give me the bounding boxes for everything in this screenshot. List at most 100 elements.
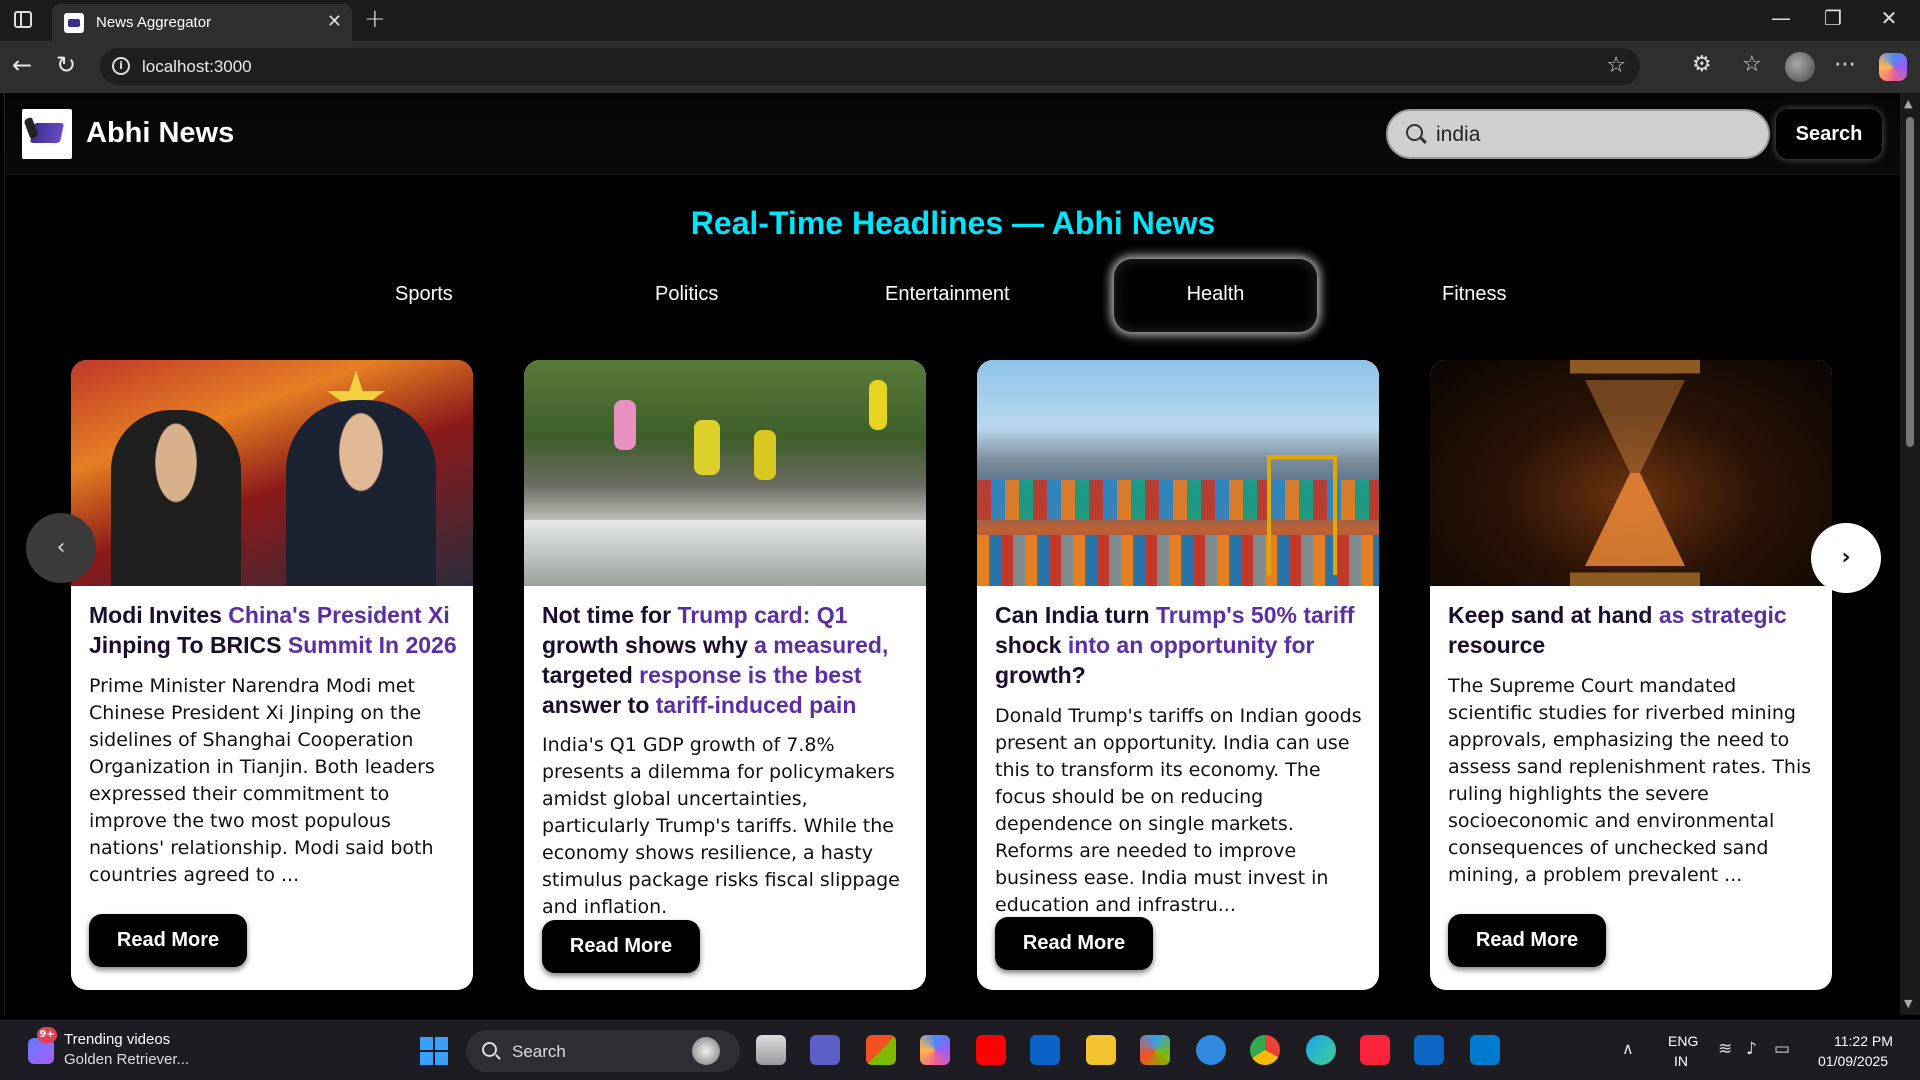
search-highlight-icon bbox=[692, 1037, 720, 1065]
task-view-icon[interactable] bbox=[756, 1035, 786, 1065]
title-text: growth shows why bbox=[542, 632, 755, 658]
read-more-button[interactable]: Read More bbox=[1448, 914, 1606, 967]
region-indicator[interactable]: IN bbox=[1674, 1053, 1688, 1069]
category-health-label: Health bbox=[1186, 283, 1245, 305]
title-text: Not time for bbox=[542, 602, 678, 628]
title-highlight: Trump card: Q1 bbox=[677, 602, 848, 628]
taskbar-search[interactable]: Search bbox=[466, 1030, 740, 1072]
category-health[interactable]: Health bbox=[1114, 259, 1317, 332]
widgets-badge: 9+ bbox=[37, 1027, 57, 1043]
title-text: resource bbox=[1448, 632, 1546, 658]
title-text: Jinping To BRICS bbox=[89, 632, 288, 658]
category-sports[interactable]: Sports bbox=[395, 283, 453, 306]
news-description: Prime Minister Narendra Modi met Chinese… bbox=[89, 675, 435, 886]
clock-time[interactable]: 11:22 PM bbox=[1834, 1033, 1893, 1049]
store-icon[interactable] bbox=[866, 1035, 896, 1065]
restore-icon[interactable]: ❐ bbox=[1810, 6, 1856, 30]
music-icon[interactable] bbox=[1360, 1035, 1390, 1065]
sidebar-toggle-icon[interactable] bbox=[14, 11, 32, 28]
read-more-button[interactable]: Read More bbox=[542, 920, 700, 973]
carousel-prev-button[interactable]: ‹ bbox=[26, 513, 96, 583]
wifi-icon[interactable]: ≋ bbox=[1718, 1039, 1732, 1059]
title-text: Modi Invites bbox=[89, 602, 229, 628]
linkedin-icon[interactable] bbox=[1414, 1035, 1444, 1065]
news-image bbox=[71, 360, 473, 586]
address-bar[interactable]: i localhost:3000 ☆ bbox=[100, 48, 1640, 85]
read-more-button[interactable]: Read More bbox=[89, 914, 247, 967]
youtube-icon[interactable] bbox=[976, 1035, 1006, 1065]
back-icon[interactable]: ← bbox=[12, 51, 32, 79]
close-window-icon[interactable]: ✕ bbox=[1866, 6, 1912, 30]
chevron-up-icon[interactable]: ∧ bbox=[1622, 1039, 1634, 1058]
news-title[interactable]: Not time for Trump card: Q1 growth shows… bbox=[542, 600, 912, 720]
page-scrollbar[interactable]: ▲ ▼ bbox=[1900, 93, 1920, 1015]
site-info-icon[interactable]: i bbox=[112, 57, 130, 75]
taskbar: 9+ Trending videos Golden Retriever... S… bbox=[0, 1020, 1920, 1080]
title-text: shock bbox=[995, 632, 1068, 658]
url-text: localhost:3000 bbox=[142, 57, 252, 76]
category-politics[interactable]: Politics bbox=[655, 283, 718, 306]
battery-icon[interactable]: ▭ bbox=[1774, 1039, 1790, 1059]
browser-tab[interactable]: News Aggregator ✕ bbox=[52, 4, 352, 41]
favicon-icon bbox=[64, 13, 84, 33]
chevron-left-icon: ‹ bbox=[56, 535, 66, 560]
title-text: Keep sand at hand bbox=[1448, 602, 1653, 628]
news-description: India's Q1 GDP growth of 7.8% presents a… bbox=[542, 734, 900, 918]
category-fitness[interactable]: Fitness bbox=[1442, 283, 1506, 306]
refresh-icon[interactable]: ↻ bbox=[56, 51, 76, 79]
extensions-icon[interactable]: ⚙ bbox=[1692, 52, 1712, 77]
chrome-icon[interactable] bbox=[1250, 1035, 1280, 1065]
file-explorer-icon[interactable] bbox=[1086, 1035, 1116, 1065]
news-title[interactable]: Keep sand at hand as strategic resource bbox=[1448, 600, 1818, 660]
title-text: Can India turn bbox=[995, 602, 1156, 628]
site-header: Abhi News Search bbox=[5, 93, 1900, 175]
search-input[interactable] bbox=[1436, 120, 1756, 150]
m365-icon[interactable] bbox=[1140, 1035, 1170, 1065]
profile-avatar[interactable] bbox=[1785, 52, 1815, 82]
news-image bbox=[977, 360, 1379, 586]
outlook-icon[interactable] bbox=[1030, 1035, 1060, 1065]
widget-title[interactable]: Trending videos bbox=[64, 1031, 170, 1048]
site-logo[interactable] bbox=[22, 109, 72, 159]
vscode-icon[interactable] bbox=[1470, 1035, 1500, 1065]
carousel-next-button[interactable]: › bbox=[1811, 523, 1881, 593]
browser-toolbar: ← ↻ i localhost:3000 ☆ ⚙ ☆ ⋯ bbox=[0, 41, 1920, 93]
news-card: Can India turn Trump's 50% tariff shock … bbox=[977, 360, 1379, 990]
scroll-up-icon[interactable]: ▲ bbox=[1904, 97, 1912, 110]
search-icon bbox=[1406, 124, 1423, 141]
more-options-icon[interactable]: ⋯ bbox=[1834, 52, 1856, 77]
clock-date[interactable]: 01/09/2025 bbox=[1818, 1053, 1888, 1069]
chevron-right-icon: › bbox=[1841, 545, 1851, 570]
language-indicator[interactable]: ENG bbox=[1668, 1033, 1698, 1049]
search-button[interactable]: Search bbox=[1776, 109, 1882, 159]
minimize-icon[interactable]: — bbox=[1758, 6, 1804, 30]
start-icon[interactable] bbox=[420, 1037, 448, 1065]
scrollbar-thumb[interactable] bbox=[1906, 117, 1914, 447]
title-highlight: China's President Xi bbox=[228, 602, 450, 628]
teams-icon[interactable] bbox=[810, 1035, 840, 1065]
title-highlight: Trump's 50% tariff bbox=[1156, 602, 1355, 628]
volume-icon[interactable]: ♪ bbox=[1746, 1039, 1757, 1059]
title-text: answer to bbox=[542, 692, 656, 718]
scroll-down-icon[interactable]: ▼ bbox=[1904, 997, 1912, 1010]
news-title[interactable]: Can India turn Trump's 50% tariff shock … bbox=[995, 600, 1365, 690]
copilot-icon[interactable] bbox=[1879, 53, 1907, 81]
title-highlight: response is the best bbox=[639, 662, 862, 688]
close-tab-icon[interactable]: ✕ bbox=[327, 11, 342, 32]
copilot-app-icon[interactable] bbox=[920, 1035, 950, 1065]
widget-subtitle[interactable]: Golden Retriever... bbox=[64, 1051, 189, 1068]
new-tab-icon[interactable]: + bbox=[364, 4, 386, 34]
favorites-icon[interactable]: ☆ bbox=[1742, 52, 1762, 77]
title-highlight: a measured, bbox=[754, 632, 889, 658]
read-more-button[interactable]: Read More bbox=[995, 917, 1153, 970]
news-description: The Supreme Court mandated scientific st… bbox=[1448, 675, 1812, 886]
edge-icon[interactable] bbox=[1306, 1035, 1336, 1065]
category-entertainment[interactable]: Entertainment bbox=[885, 283, 1010, 306]
news-title[interactable]: Modi Invites China's President Xi Jinpin… bbox=[89, 600, 459, 660]
help-icon[interactable] bbox=[1196, 1035, 1226, 1065]
browser-tab-bar: News Aggregator ✕ + — ❐ ✕ bbox=[0, 0, 1920, 41]
title-highlight: tariff-induced pain bbox=[655, 692, 857, 718]
favorite-star-icon[interactable]: ☆ bbox=[1606, 53, 1626, 78]
news-card: Modi Invites China's President Xi Jinpin… bbox=[71, 360, 473, 990]
title-highlight: as strategic bbox=[1652, 602, 1787, 628]
